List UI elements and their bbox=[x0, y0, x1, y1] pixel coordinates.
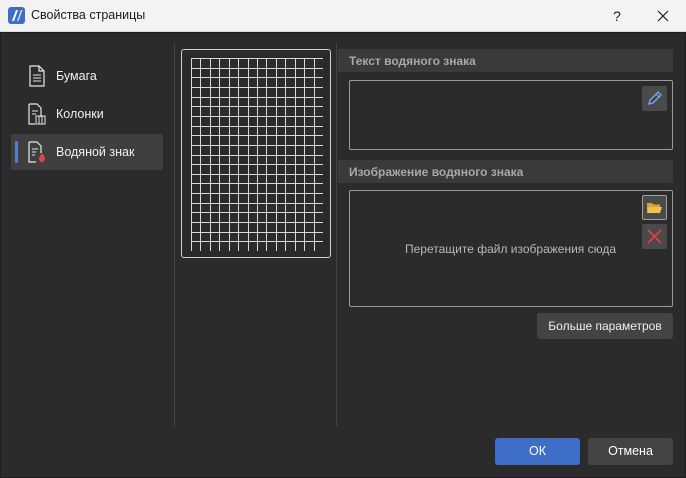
ok-button[interactable]: ОК bbox=[495, 438, 580, 465]
drop-hint: Перетащите файл изображения сюда bbox=[404, 242, 617, 256]
window-title: Свойства страницы bbox=[31, 8, 146, 22]
columns-icon bbox=[28, 103, 46, 125]
title-bar: Свойства страницы ? bbox=[0, 0, 686, 32]
sidebar-item-watermark[interactable]: Водяной знак bbox=[11, 134, 163, 170]
sidebar-item-columns[interactable]: Колонки bbox=[11, 96, 163, 132]
active-indicator bbox=[15, 141, 18, 163]
app-logo-icon bbox=[8, 7, 25, 24]
divider bbox=[336, 43, 337, 426]
preview-grid bbox=[191, 58, 323, 251]
image-drop-zone[interactable]: Перетащите файл изображения сюда bbox=[349, 190, 673, 307]
section-title: Текст водяного знака bbox=[349, 54, 476, 68]
close-icon bbox=[657, 10, 669, 22]
open-image-button[interactable] bbox=[642, 195, 667, 220]
dialog-content: Бумага Колонки Водяной знак Текст водяно… bbox=[1, 33, 685, 477]
watermark-icon bbox=[28, 141, 45, 163]
sidebar-item-label: Бумага bbox=[56, 69, 97, 83]
sidebar-item-label: Водяной знак bbox=[56, 145, 135, 159]
text-section-header: Текст водяного знака bbox=[338, 49, 673, 72]
close-button[interactable] bbox=[640, 0, 686, 32]
divider bbox=[174, 43, 175, 426]
edit-text-button[interactable] bbox=[642, 86, 667, 111]
help-button[interactable]: ? bbox=[594, 0, 640, 32]
page-preview bbox=[181, 49, 331, 258]
sidebar-item-paper[interactable]: Бумага bbox=[11, 58, 163, 94]
pencil-icon bbox=[648, 91, 662, 105]
folder-open-icon bbox=[647, 203, 662, 213]
watermark-text-box[interactable] bbox=[349, 80, 673, 150]
sidebar-nav: Бумага Колонки Водяной знак bbox=[11, 43, 163, 173]
page-icon bbox=[29, 65, 45, 87]
more-options-button[interactable]: Больше параметров bbox=[537, 313, 673, 339]
sidebar-item-label: Колонки bbox=[56, 107, 104, 121]
image-section-header: Изображение водяного знака bbox=[338, 160, 673, 183]
section-title: Изображение водяного знака bbox=[349, 165, 524, 179]
cancel-button[interactable]: Отмена bbox=[588, 438, 673, 465]
